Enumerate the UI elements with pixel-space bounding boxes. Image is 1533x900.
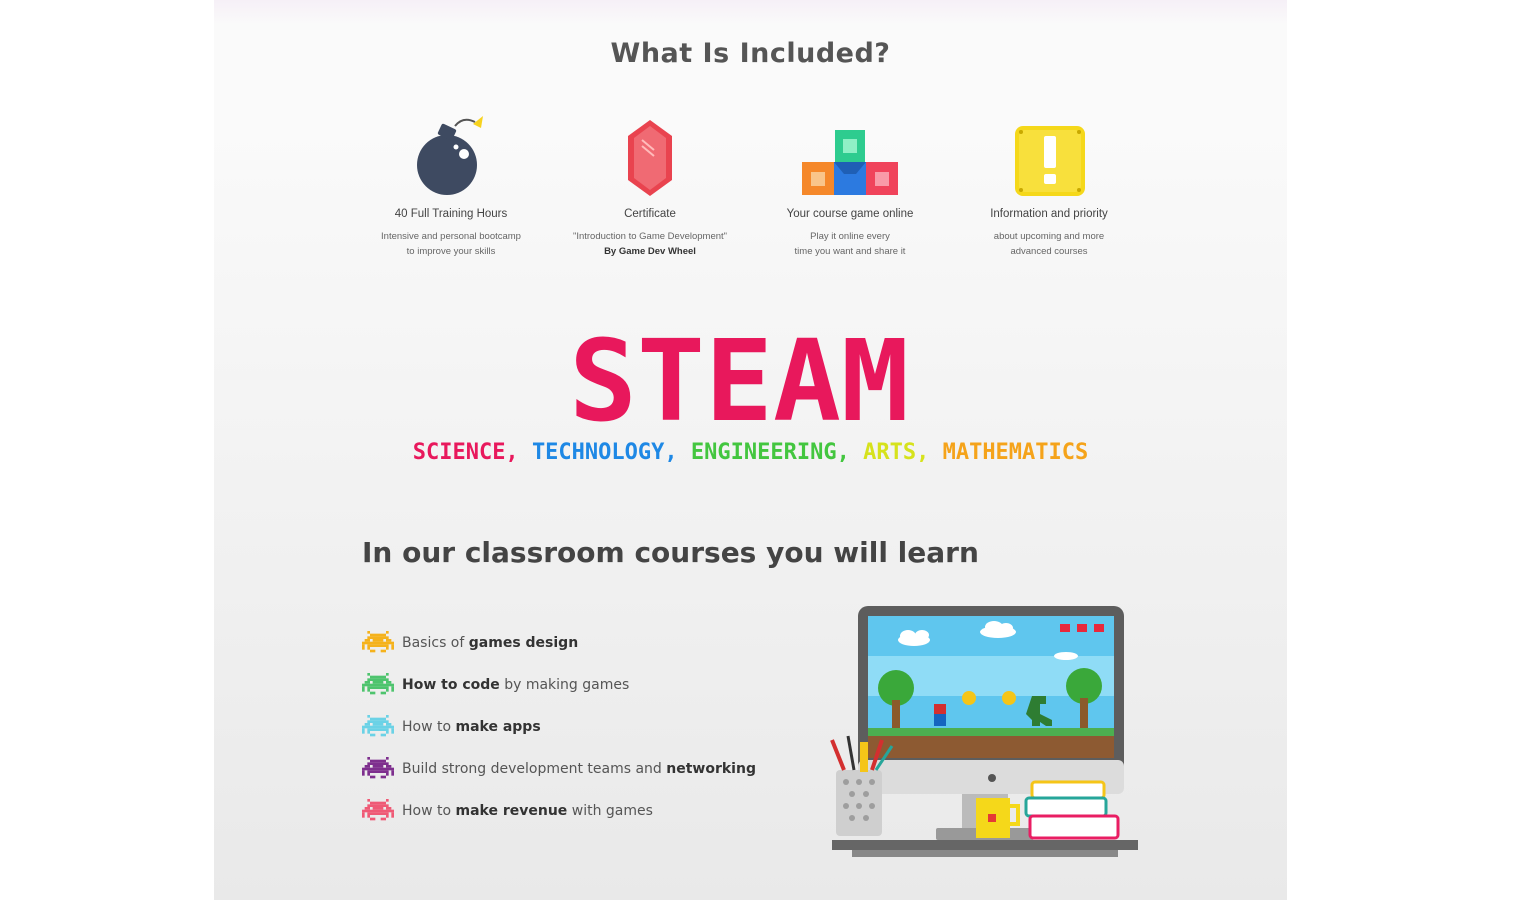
steam-word-engineering: ENGINEERING,	[690, 440, 850, 465]
space-invader-icon	[362, 673, 394, 695]
feature-certificate: Certificate "Introduction to Game Develo…	[550, 112, 750, 259]
steam-logo: STEAM	[569, 330, 909, 430]
space-invader-icon	[362, 631, 394, 653]
list-item: Build strong development teams and netwo…	[362, 756, 756, 798]
feature-desc: "Introduction to Game Development" By Ga…	[550, 229, 750, 259]
feature-desc-line1: Play it online every	[810, 231, 890, 242]
feature-game-online: Your course game online Play it online e…	[750, 112, 950, 259]
feature-desc-line2: advanced courses	[1010, 246, 1088, 257]
feature-title: Certificate	[624, 208, 676, 220]
feature-desc-line2: to improve your skills	[406, 246, 496, 257]
space-invader-icon	[362, 715, 394, 737]
learn-list: Basics of games design How to code by ma…	[362, 630, 756, 840]
learn-heading: In our classroom courses you will learn	[362, 536, 979, 569]
feature-information: Information and priority about upcoming …	[949, 112, 1149, 259]
feature-desc-line1: about upcoming and more	[993, 231, 1105, 242]
feature-desc-line1: "Introduction to Game Development"	[572, 231, 728, 242]
feature-training-hours: 40 Full Training Hours Intensive and per…	[351, 112, 551, 259]
feature-desc-line2: By Game Dev Wheel	[604, 246, 696, 257]
feature-title: 40 Full Training Hours	[394, 208, 508, 220]
feature-desc-line2: time you want and share it	[794, 246, 906, 257]
steam-word-arts: ARTS,	[863, 440, 930, 465]
steam-word-mathematics: MATHEMATICS	[942, 440, 1089, 465]
list-item: Basics of games design	[362, 630, 756, 672]
feature-desc: about upcoming and more advanced courses	[949, 229, 1149, 259]
steam-word-technology: TECHNOLOGY,	[531, 440, 678, 465]
learn-item-text: How to make revenue with games	[402, 803, 653, 819]
gem-icon	[628, 120, 672, 196]
blocks-icon	[802, 130, 898, 195]
learn-item-text: How to make apps	[402, 719, 541, 735]
list-item: How to make revenue with games	[362, 798, 756, 840]
section-heading: What Is Included?	[610, 38, 891, 69]
learn-item-text: Build strong development teams and netwo…	[402, 761, 756, 777]
steam-subtitle: SCIENCE, TECHNOLOGY, ENGINEERING, ARTS, …	[214, 440, 1287, 465]
feature-desc: Intensive and personal bootcamp to impro…	[351, 229, 551, 259]
page-section: What Is Included? 40 Full Training Hours…	[214, 0, 1287, 900]
space-invader-icon	[362, 757, 394, 779]
bomb-icon	[417, 116, 483, 195]
list-item: How to make apps	[362, 714, 756, 756]
feature-desc-line1: Intensive and personal bootcamp	[381, 231, 521, 242]
learn-item-text: How to code by making games	[402, 677, 630, 693]
steam-word-science: SCIENCE,	[412, 440, 519, 465]
steam-logo-text: STEAM	[569, 330, 909, 430]
computer-desk-game-icon	[830, 606, 1138, 857]
exclamation-block-icon	[1015, 126, 1085, 196]
feature-title: Your course game online	[786, 208, 914, 220]
feature-desc: Play it online every time you want and s…	[750, 229, 950, 259]
feature-title: Information and priority	[990, 208, 1108, 220]
space-invader-icon	[362, 799, 394, 821]
learn-item-text: Basics of games design	[402, 635, 579, 651]
list-item: How to code by making games	[362, 672, 756, 714]
